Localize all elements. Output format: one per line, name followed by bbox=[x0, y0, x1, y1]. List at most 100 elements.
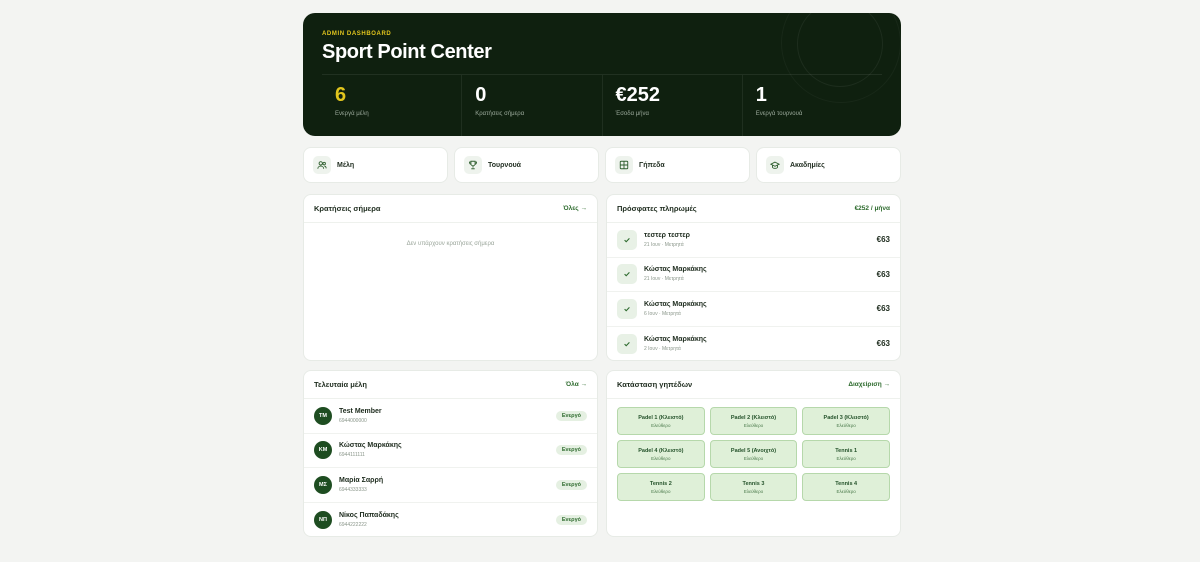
stat-label: Ενεργά μέλη bbox=[335, 111, 369, 117]
court-status: Ελεύθερο bbox=[836, 488, 856, 494]
court-status: Ελεύθερο bbox=[836, 422, 856, 428]
stat-value: €252 bbox=[615, 84, 661, 106]
stat-bookings-today: 0 Κρατήσεις σήμερα bbox=[462, 75, 603, 136]
member-name: Μαρία Σαρρή bbox=[339, 476, 384, 484]
stat-monthly-revenue: €252 Έσοδα μήνα bbox=[603, 75, 743, 136]
member-info: Νίκος Παπαδάκης 6944222222 bbox=[339, 512, 556, 528]
graduation-cap-icon bbox=[766, 156, 784, 174]
court-tile[interactable]: Tennis 3 Ελεύθερο bbox=[709, 473, 798, 501]
bookings-panel: Κρατήσεις σήμερα Όλες → Δεν υπάρχουν κρα… bbox=[303, 194, 598, 361]
users-icon bbox=[313, 156, 331, 174]
quick-links: Μέλη Τουρνουά Γήπεδα Ακαδημίες bbox=[303, 147, 901, 183]
panel-header: Κατάσταση γηπέδων Διαχείριση → bbox=[607, 371, 900, 399]
empty-state: Δεν υπάρχουν κρατήσεις σήμερα bbox=[406, 241, 495, 247]
avatar: ΚΜ bbox=[314, 441, 332, 460]
court-status: Ελεύθερο bbox=[743, 455, 764, 461]
quick-link-label: Γήπεδα bbox=[639, 161, 665, 169]
payment-info: Κώστας Μαρκάκης 21 Ιουν · Μετρητά bbox=[644, 266, 877, 282]
panel-header: Κρατήσεις σήμερα Όλες → bbox=[304, 195, 597, 223]
stat-label: Κρατήσεις σήμερα bbox=[475, 111, 525, 117]
court-tile[interactable]: Tennis 2 Ελεύθερο bbox=[617, 473, 705, 501]
payment-meta: 6 Ιουν · Μετρητά bbox=[644, 310, 681, 317]
payment-row[interactable]: τεστερ τεστερ 21 Ιουν · Μετρητά €63 bbox=[607, 223, 900, 258]
member-row[interactable]: ΝΠ Νίκος Παπαδάκης 6944222222 Ενεργό bbox=[304, 503, 597, 537]
court-tile[interactable]: Tennis 1 Ελεύθερο bbox=[802, 440, 890, 468]
member-info: Κώστας Μαρκάκης 6944111111 bbox=[339, 442, 556, 458]
check-icon bbox=[617, 229, 637, 250]
court-tile[interactable]: Padel 2 (Κλειστό) Ελεύθερο bbox=[709, 407, 798, 435]
member-row[interactable]: TM Test Member 6944000000 Ενεργό bbox=[304, 399, 597, 434]
panel-header: Πρόσφατες πληρωμές €252 / μήνα bbox=[607, 195, 900, 223]
quick-link-members[interactable]: Μέλη bbox=[303, 147, 448, 183]
member-row[interactable]: ΜΣ Μαρία Σαρρή 6944333333 Ενεργό bbox=[304, 468, 597, 503]
quick-link-label: Ακαδημίες bbox=[790, 161, 825, 169]
stat-label: Ενεργά τουρνουά bbox=[755, 111, 803, 117]
quick-link-academies[interactable]: Ακαδημίες bbox=[756, 147, 901, 183]
avatar: ΝΠ bbox=[314, 510, 332, 529]
member-row[interactable]: ΚΜ Κώστας Μαρκάκης 6944111111 Ενεργό bbox=[304, 434, 597, 468]
payment-row[interactable]: Κώστας Μαρκάκης 2 Ιουν · Μετρητά €63 bbox=[607, 327, 900, 361]
quick-link-courts[interactable]: Γήπεδα bbox=[605, 147, 750, 183]
court-status: Ελεύθερο bbox=[651, 455, 671, 461]
court-name: Padel 3 (Κλειστό) bbox=[823, 414, 869, 421]
stat-active-members: 6 Ενεργά μέλη bbox=[322, 75, 463, 136]
avatar: ΜΣ bbox=[314, 475, 332, 494]
court-tile[interactable]: Padel 4 (Κλειστό) Ελεύθερο bbox=[617, 440, 705, 468]
monthly-total-link[interactable]: €252 / μήνα bbox=[855, 205, 890, 212]
court-name: Tennis 1 bbox=[835, 447, 858, 454]
stat-value: 1 bbox=[755, 84, 767, 106]
avatar: TM bbox=[314, 406, 332, 425]
payments-list: τεστερ τεστερ 21 Ιουν · Μετρητά €63 Κώστ… bbox=[607, 223, 900, 361]
member-info: Test Member 6944000000 bbox=[339, 408, 556, 424]
members-list: TM Test Member 6944000000 Ενεργό ΚΜ Κώστ… bbox=[304, 399, 597, 537]
payment-meta: 21 Ιουν · Μετρητά bbox=[644, 241, 684, 248]
panel-title: Πρόσφατες πληρωμές bbox=[617, 204, 697, 213]
payments-panel: Πρόσφατες πληρωμές €252 / μήνα τεστερ τε… bbox=[606, 194, 901, 361]
court-tile[interactable]: Padel 5 (Ανοιχτό) Ελεύθερο bbox=[709, 440, 798, 468]
view-all-members-link[interactable]: Όλα → bbox=[566, 381, 587, 388]
hero-kicker: ADMIN DASHBOARD bbox=[322, 31, 392, 37]
panel-title: Κατάσταση γηπέδων bbox=[617, 380, 693, 389]
court-tile[interactable]: Padel 3 (Κλειστό) Ελεύθερο bbox=[802, 407, 890, 435]
payment-row[interactable]: Κώστας Μαρκάκης 21 Ιουν · Μετρητά €63 bbox=[607, 258, 900, 292]
payment-info: τεστερ τεστερ 21 Ιουν · Μετρητά bbox=[644, 232, 877, 248]
courts-panel: Κατάσταση γηπέδων Διαχείριση → Padel 1 (… bbox=[606, 370, 901, 537]
court-tile[interactable]: Padel 1 (Κλειστό) Ελεύθερο bbox=[617, 407, 705, 435]
view-all-bookings-link[interactable]: Όλες → bbox=[563, 205, 587, 212]
member-name: Κώστας Μαρκάκης bbox=[339, 442, 402, 450]
page-title: Sport Point Center bbox=[322, 41, 492, 63]
court-tile[interactable]: Tennis 4 Ελεύθερο bbox=[802, 473, 890, 501]
panel-title: Κρατήσεις σήμερα bbox=[314, 204, 381, 213]
member-phone: 6944333333 bbox=[339, 486, 367, 493]
court-name: Tennis 2 bbox=[649, 480, 672, 487]
member-name: Test Member bbox=[339, 407, 382, 415]
dashboard: ADMIN DASHBOARD Sport Point Center 6 Ενε… bbox=[303, 13, 901, 537]
status-badge: Ενεργό bbox=[555, 410, 587, 421]
quick-link-tournaments[interactable]: Τουρνουά bbox=[454, 147, 599, 183]
court-status: Ελεύθερο bbox=[836, 455, 856, 461]
stat-label: Έσοδα μήνα bbox=[615, 111, 649, 117]
status-badge: Ενεργό bbox=[555, 479, 587, 490]
court-status: Ελεύθερο bbox=[651, 422, 671, 428]
payment-amount: €63 bbox=[876, 235, 890, 245]
member-phone: 6944222222 bbox=[339, 521, 367, 528]
payer-name: Κώστας Μαρκάκης bbox=[644, 300, 707, 308]
court-status: Ελεύθερο bbox=[651, 488, 671, 494]
grid-icon bbox=[615, 156, 633, 174]
manage-courts-link[interactable]: Διαχείριση → bbox=[848, 381, 890, 388]
payment-meta: 2 Ιουν · Μετρητά bbox=[644, 345, 681, 352]
status-badge: Ενεργό bbox=[555, 445, 587, 456]
trophy-icon bbox=[464, 156, 482, 174]
member-phone: 6944000000 bbox=[339, 417, 367, 424]
member-name: Νίκος Παπαδάκης bbox=[339, 511, 399, 519]
payer-name: τεστερ τεστερ bbox=[644, 231, 690, 239]
stat-active-tournaments: 1 Ενεργά τουρνουά bbox=[743, 75, 882, 136]
court-name: Padel 5 (Ανοιχτό) bbox=[730, 447, 777, 454]
hero-banner: ADMIN DASHBOARD Sport Point Center 6 Ενε… bbox=[303, 13, 901, 136]
stat-value: 0 bbox=[475, 84, 487, 106]
payment-row[interactable]: Κώστας Μαρκάκης 6 Ιουν · Μετρητά €63 bbox=[607, 292, 900, 327]
court-name: Tennis 3 bbox=[742, 480, 765, 487]
payment-meta: 21 Ιουν · Μετρητά bbox=[644, 276, 684, 283]
payment-info: Κώστας Μαρκάκης 2 Ιουν · Μετρητά bbox=[644, 336, 877, 352]
panel-title: Τελευταία μέλη bbox=[314, 380, 367, 389]
